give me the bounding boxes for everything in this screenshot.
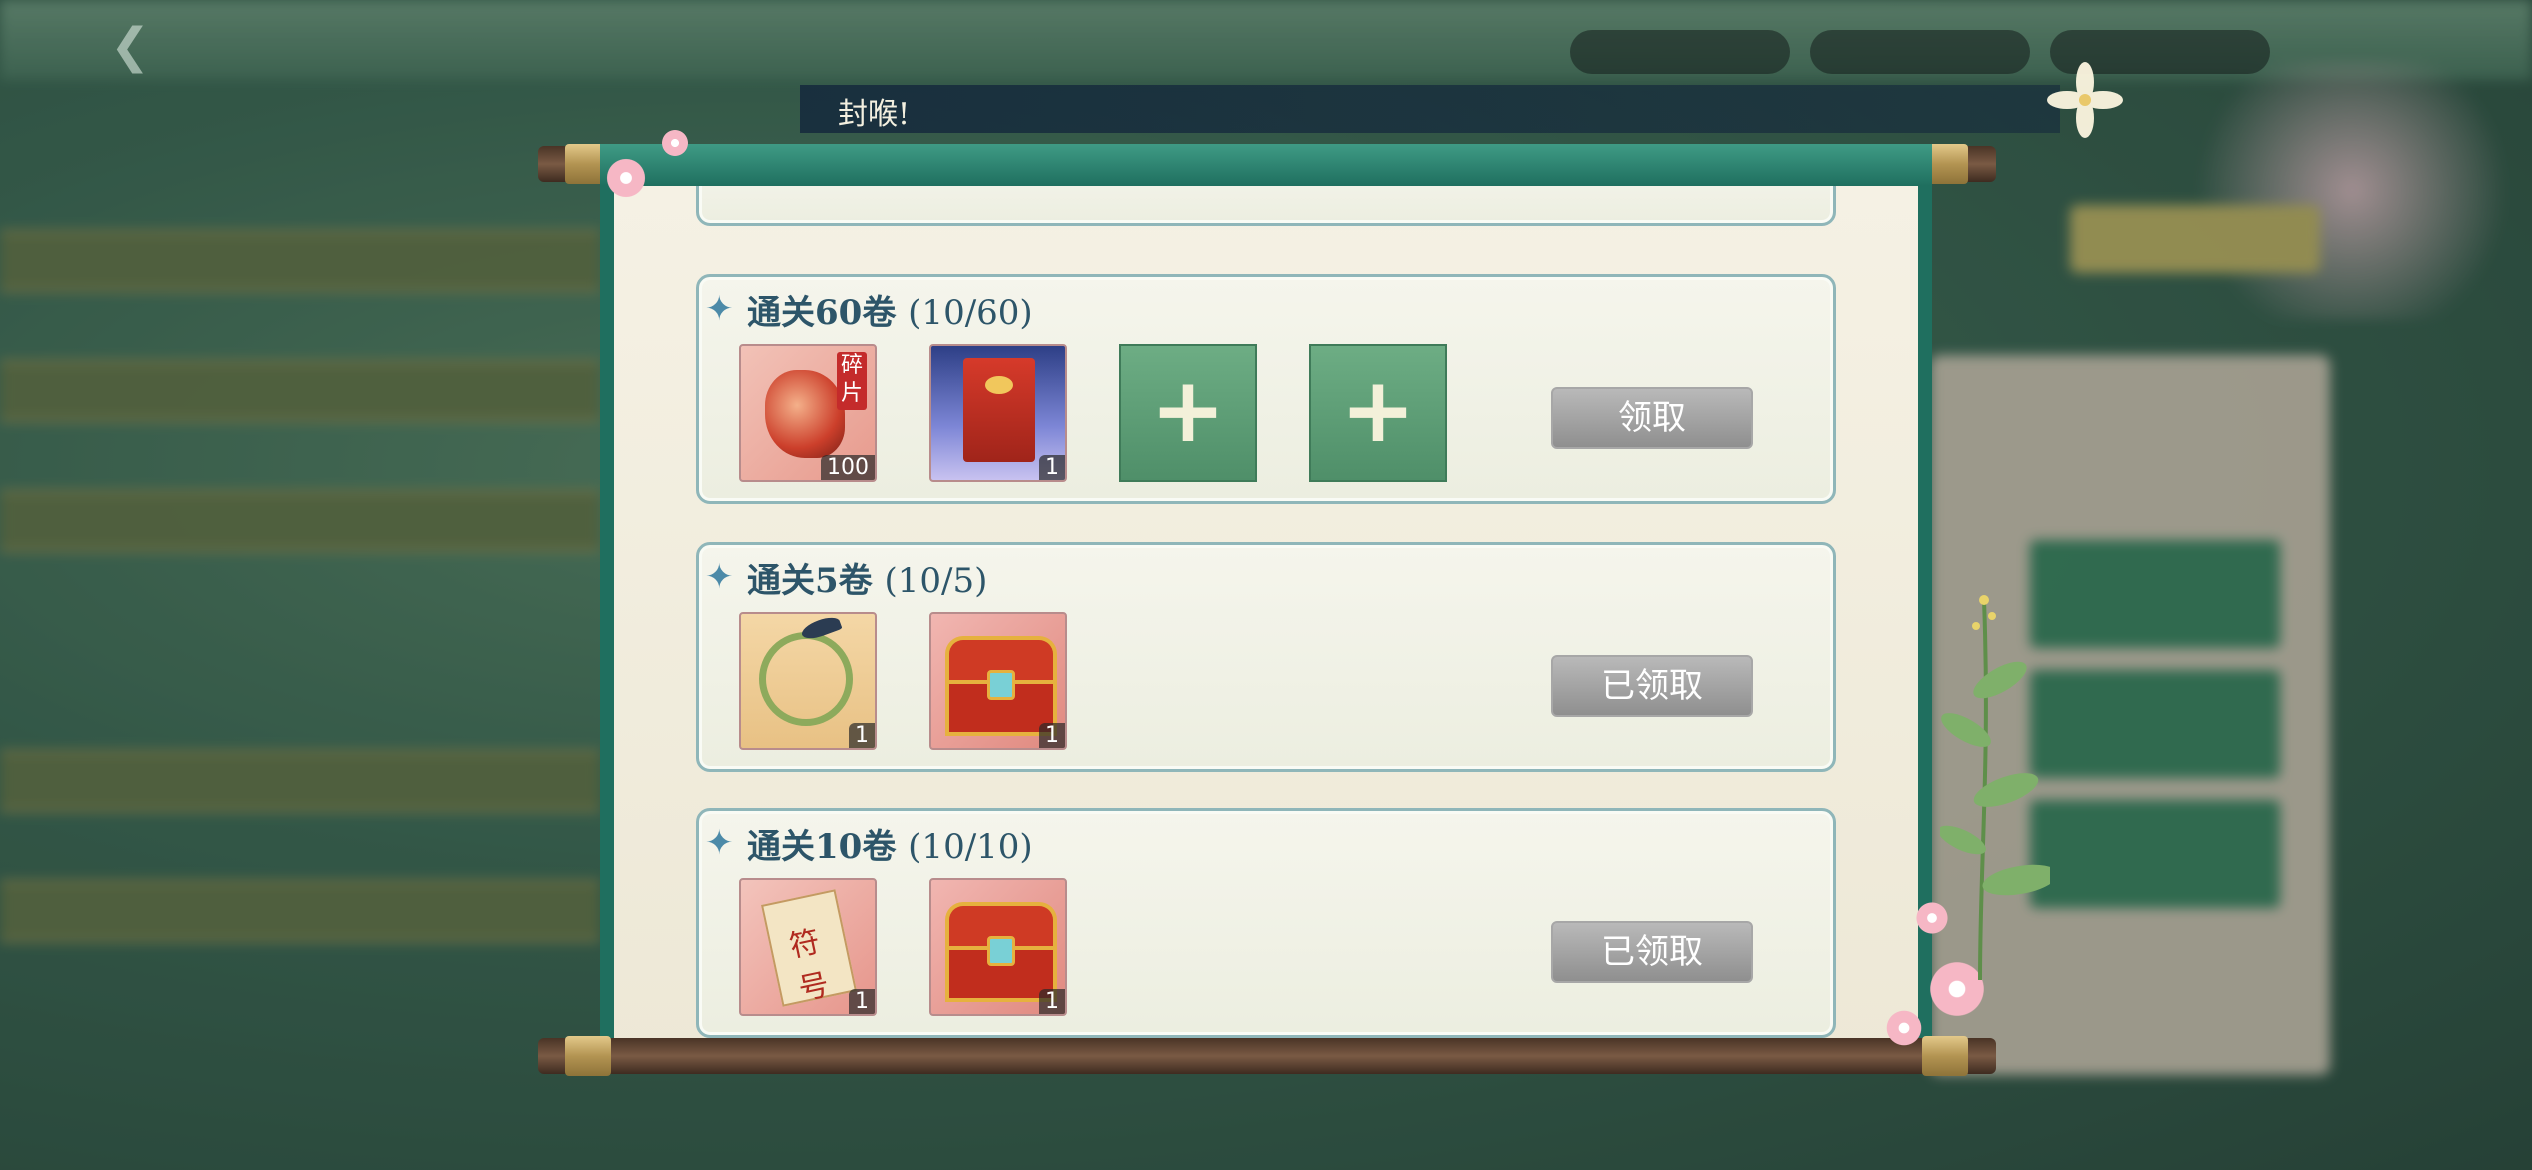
item-quantity: 1 — [849, 723, 875, 748]
task-card: ✦ 通关10卷 (10/10) 符号 1 1 已领取 — [696, 808, 1836, 1038]
task-card: ✦ 通关60卷 (10/60) 碎片 100 1 + + 领取 — [696, 274, 1836, 504]
reward-item[interactable]: 1 — [739, 612, 877, 750]
reward-item[interactable]: 1 — [929, 878, 1067, 1016]
blossom-icon — [1884, 1008, 1924, 1048]
task-card: ✦ 通关5卷 (10/5) 1 1 已领取 — [696, 542, 1836, 772]
fragment-icon — [765, 370, 845, 458]
notice-banner — [800, 85, 2060, 133]
task-title: ✦ 通关5卷 (10/5) — [705, 557, 988, 601]
reward-item[interactable]: 符号 1 — [739, 878, 877, 1016]
top-bar: ❮ — [0, 0, 2532, 80]
item-quantity: 1 — [1039, 455, 1065, 480]
item-quantity: 1 — [1039, 723, 1065, 748]
task-title: ✦ 通关60卷 (10/60) — [705, 289, 1033, 333]
sparkle-flower-icon — [2047, 62, 2123, 138]
star-icon: ✦ — [705, 289, 734, 329]
star-icon: ✦ — [705, 823, 734, 863]
wreath-icon — [759, 632, 853, 726]
claim-button[interactable]: 领取 — [1551, 387, 1753, 449]
blossom-icon — [604, 156, 648, 200]
task-list[interactable]: ✦ 通关60卷 (10/60) 碎片 100 1 + + 领取 ✦ 通关5卷 (… — [614, 186, 1918, 1072]
blossom-icon — [660, 128, 690, 158]
reward-item[interactable]: 1 — [929, 612, 1067, 750]
empty-reward-slot: + — [1309, 344, 1447, 482]
claimed-button[interactable]: 已领取 — [1551, 921, 1753, 983]
item-quantity: 1 — [1039, 989, 1065, 1014]
scroll-cap — [565, 1036, 611, 1076]
notice-text: 封喉! — [838, 97, 911, 132]
item-quantity: 1 — [849, 989, 875, 1014]
scroll-cap — [1922, 1036, 1968, 1076]
plus-icon: + — [1340, 358, 1416, 463]
task-card-partial — [696, 186, 1836, 226]
scroll-header-band — [600, 144, 1932, 186]
claimed-button[interactable]: 已领取 — [1551, 655, 1753, 717]
plus-icon: + — [1150, 358, 1226, 463]
plant-icon — [1940, 595, 2050, 980]
scroll-edge — [600, 186, 614, 1072]
star-icon: ✦ — [705, 557, 734, 597]
task-title: ✦ 通关10卷 (10/10) — [705, 823, 1033, 867]
reward-item[interactable]: 碎片 100 — [739, 344, 877, 482]
empty-reward-slot: + — [1119, 344, 1257, 482]
scroll-rod-bottom — [538, 1038, 1996, 1074]
currency-slot — [1570, 30, 1790, 74]
back-arrow-icon[interactable]: ❮ — [110, 18, 166, 74]
currency-slot — [1810, 30, 2030, 74]
reward-item[interactable]: 1 — [929, 344, 1067, 482]
item-quantity: 100 — [821, 455, 875, 480]
scroll-edge — [1918, 186, 1932, 1072]
red-envelope-icon — [963, 358, 1035, 462]
